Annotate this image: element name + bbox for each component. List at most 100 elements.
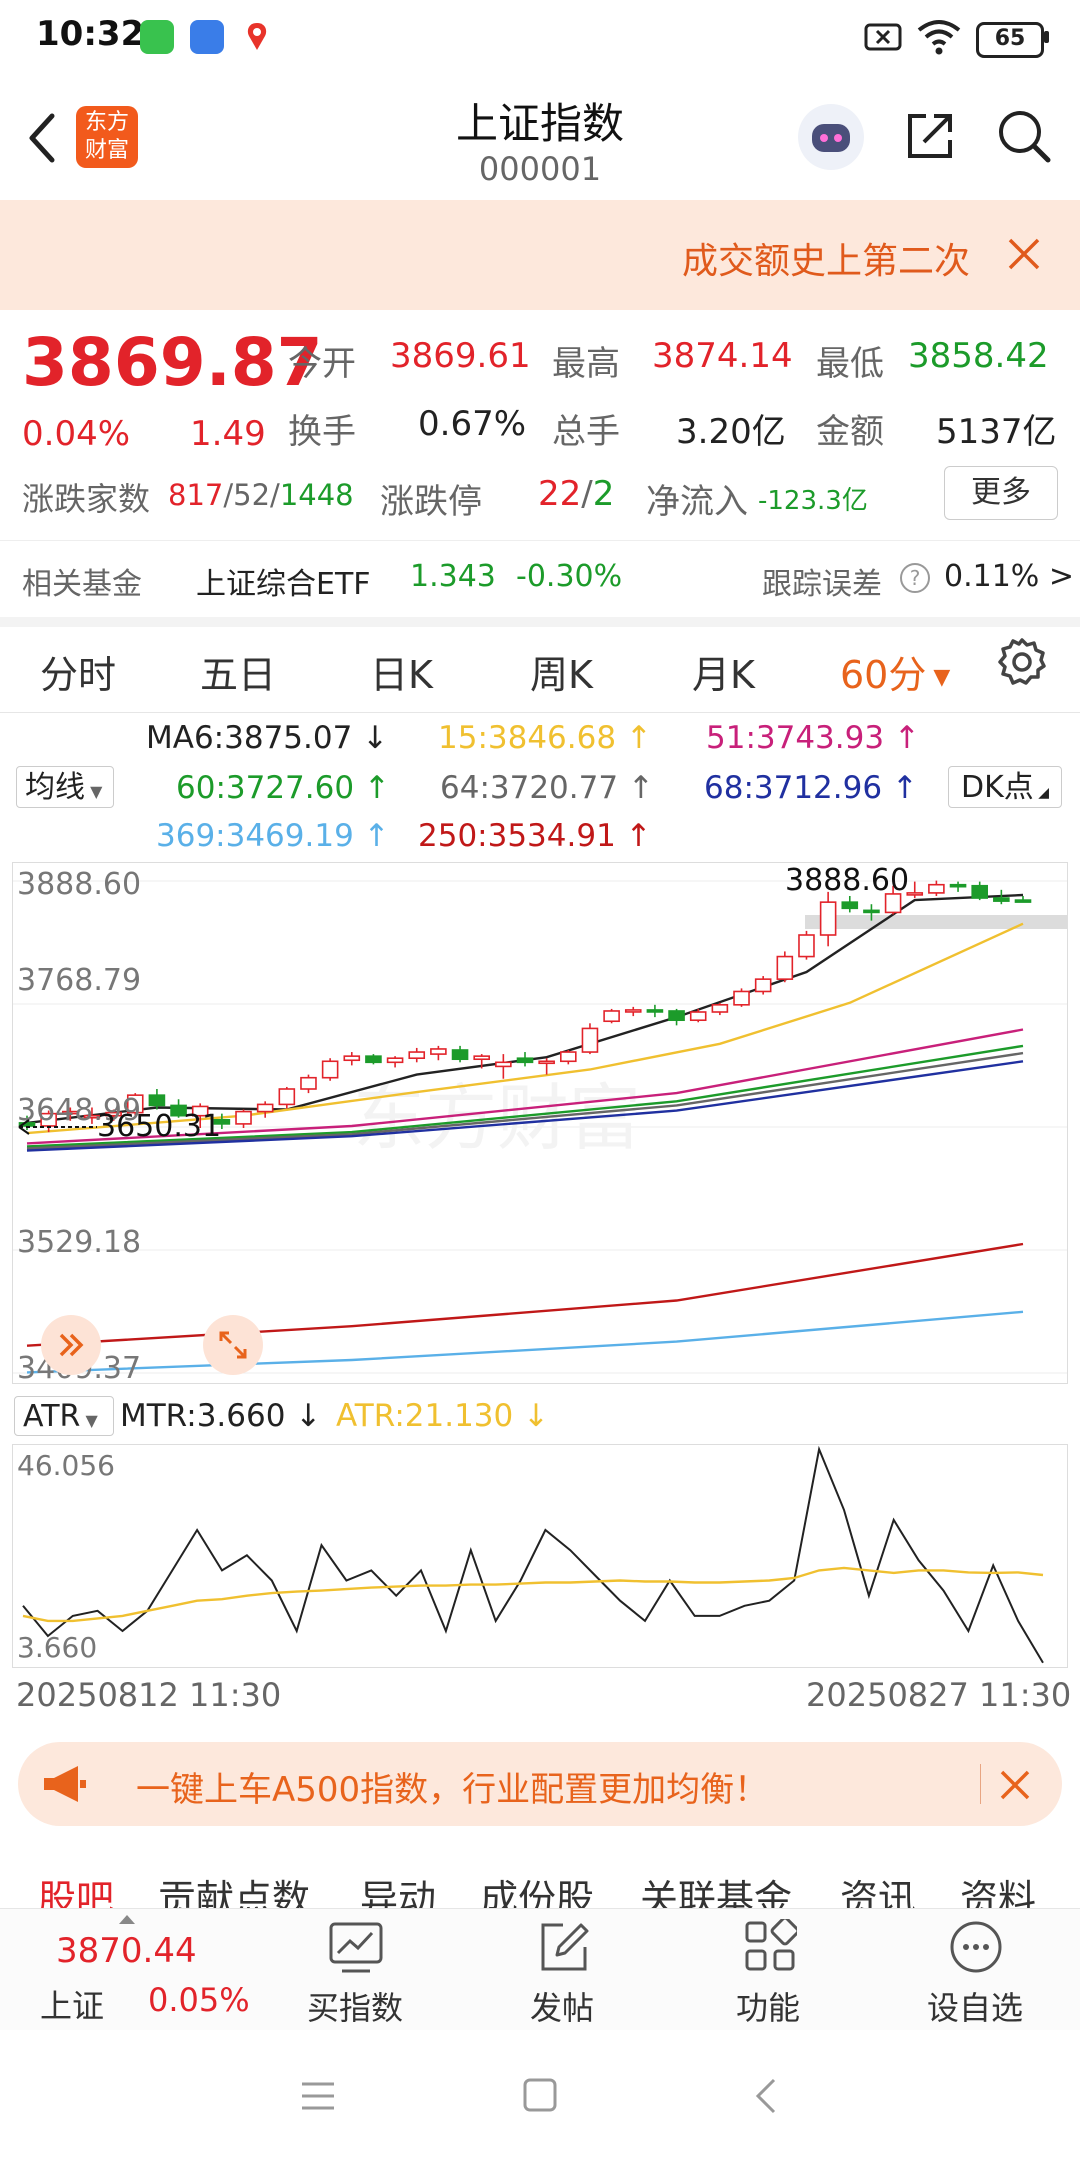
candle-body (235, 1110, 252, 1125)
tab-constituents[interactable]: 成份股 (480, 1868, 594, 1908)
candle-body (711, 1004, 729, 1013)
candle-body (841, 901, 859, 910)
functions-label: 功能 (735, 1989, 800, 2027)
ma-legend-68: 68:3712.96 ↑ (704, 770, 918, 806)
up-caret-icon (119, 1915, 135, 1924)
battery-tip (1044, 31, 1049, 43)
functions-button[interactable]: 功能 (693, 1909, 843, 2031)
candle-body (516, 1057, 534, 1064)
home-icon[interactable] (522, 2076, 558, 2114)
battery-level: 65 (994, 26, 1026, 51)
tab-movement[interactable]: 异动 (360, 1868, 436, 1908)
megaphone-icon (44, 1766, 86, 1802)
ai-assistant-icon[interactable] (798, 104, 864, 170)
period-tabs: 分时 五日 日K 周K 月K 60分 ▼ (0, 622, 1080, 713)
close-icon[interactable] (1006, 236, 1042, 272)
atr-legend: ATR:21.130 ↓ (336, 1398, 550, 1434)
candle-body (408, 1051, 426, 1059)
search-icon[interactable] (994, 106, 1054, 166)
nav-back-icon[interactable] (752, 2076, 780, 2116)
buy-index-button[interactable]: 买指数 (280, 1909, 430, 2031)
candle-body (386, 1057, 404, 1064)
tab-intraday[interactable]: 分时 (40, 644, 116, 699)
stock-app-notification-icon (190, 20, 224, 54)
post-button[interactable]: 发帖 (487, 1909, 637, 2031)
fullscreen-icon[interactable] (203, 1315, 263, 1375)
tab-news[interactable]: 资讯 (840, 1868, 916, 1908)
kline-chart[interactable]: 东方财富 3888.60 3768.79 3648.99 3529.18 340… (12, 862, 1068, 1386)
expand-left-icon[interactable] (41, 1315, 101, 1375)
candle-body (278, 1088, 296, 1106)
candle-body (451, 1049, 469, 1061)
index-ticker[interactable]: 3870.44 上证 0.05% (0, 1909, 260, 2031)
candle-body (473, 1055, 490, 1061)
ma-selector[interactable]: 均线 ▼ (16, 766, 114, 808)
atr-chart[interactable]: 46.056 3.660 (12, 1444, 1068, 1668)
netflow-value: -123.3亿 (758, 486, 868, 516)
tab-five-day[interactable]: 五日 (200, 644, 276, 699)
y-label-2: 3768.79 (17, 963, 142, 998)
add-watchlist-label: 设自选 (926, 1989, 1023, 2027)
chart-board-icon (329, 1922, 383, 1973)
tab-guba[interactable]: 股吧 (38, 1868, 114, 1908)
ma-legend-64: 64:3720.77 ↑ (440, 770, 654, 806)
low-marker-arrow (18, 1119, 97, 1135)
share-icon[interactable] (902, 108, 958, 164)
related-fund-row[interactable]: 相关基金 上证综合ETF 1.343 -0.30% 跟踪误差 ? 0.11% > (0, 540, 1080, 627)
atr-line (22, 1566, 1044, 1623)
candle-body (754, 978, 772, 993)
netflow-label: 净流入 (646, 482, 748, 522)
ticker-price: 3870.44 (56, 1931, 197, 1971)
notice-banner[interactable]: 成交额史上第二次 (0, 200, 1080, 310)
change-value: 1.49 (190, 414, 266, 454)
map-notification-icon (240, 20, 274, 54)
help-icon[interactable]: ? (900, 563, 930, 593)
amount-value: 5137亿 (936, 412, 1057, 452)
promo-divider (980, 1764, 981, 1804)
promo-text[interactable]: 一键上车A500指数，行业配置更加均衡！ (136, 1762, 768, 1811)
promo-banner[interactable]: 一键上车A500指数，行业配置更加均衡！ (18, 1742, 1062, 1826)
ma-legend-15: 15:3846.68 ↑ (438, 720, 652, 756)
more-button[interactable]: 更多 (944, 466, 1058, 520)
ma-legend-250: 250:3534.91 ↑ (418, 818, 652, 854)
candle-body (949, 883, 967, 888)
tab-related-funds[interactable]: 关联基金 (640, 1868, 792, 1908)
fund-name[interactable]: 上证综合ETF (196, 559, 371, 603)
atr-svg (22, 1445, 1044, 1664)
indicator-selector[interactable]: ATR ▼ (14, 1396, 114, 1436)
tracking-error-value[interactable]: 0.11% > (944, 559, 1074, 594)
tab-contribution[interactable]: 贡献点数 (158, 1868, 310, 1908)
apps-grid-icon (745, 1919, 797, 1971)
candle-body (430, 1048, 447, 1055)
wifi-icon (917, 20, 961, 55)
notice-text[interactable]: 成交额史上第二次 (682, 232, 970, 284)
dk-point-button[interactable]: DK点 ◢ (948, 766, 1062, 808)
quote-panel: 3869.87 0.04% 1.49 今开 3869.61 最高 3874.14… (0, 310, 1080, 540)
tab-60min[interactable]: 60分 ▼ (840, 644, 950, 699)
tab-daily-k[interactable]: 日K (370, 644, 433, 699)
tab-profile[interactable]: 资料 (960, 1868, 1036, 1908)
wechat-notification-icon (140, 20, 174, 54)
turnover-label: 换手 (288, 412, 356, 452)
tab-weekly-k[interactable]: 周K (530, 644, 593, 699)
candle-body (256, 1103, 274, 1113)
tab-monthly-k[interactable]: 月K (692, 644, 755, 699)
ticker-change: 0.05% (148, 1981, 250, 2019)
candle-body (560, 1051, 577, 1063)
y-label-4: 3529.18 (17, 1225, 142, 1260)
ma-legend-60: 60:3727.60 ↑ (176, 770, 390, 806)
promo-close-icon[interactable] (998, 1768, 1032, 1802)
low-value: 3858.42 (908, 336, 1049, 376)
candle-body (971, 884, 988, 899)
candle-body (365, 1055, 382, 1064)
high-value: 3874.14 (652, 336, 793, 376)
system-nav-bar (0, 2030, 1080, 2160)
status-time: 10:32 (36, 14, 145, 54)
add-watchlist-button[interactable]: 设自选 (900, 1909, 1050, 2031)
price-band (805, 915, 1067, 929)
mtr-line (22, 1445, 1044, 1664)
menu-icon[interactable] (298, 2078, 338, 2114)
breadth-values: 817/52/1448 (168, 478, 354, 512)
settings-gear-icon[interactable] (996, 636, 1048, 688)
buy-index-label: 买指数 (306, 1989, 403, 2027)
